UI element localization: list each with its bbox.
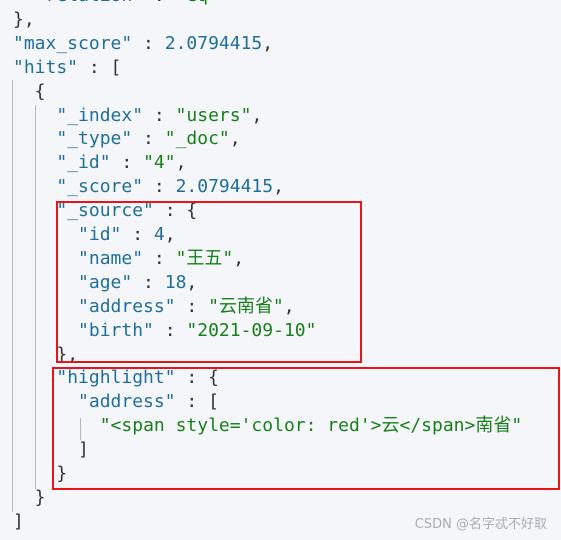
json-punctuation: } (34, 486, 46, 508)
json-key: "_score" (56, 176, 144, 198)
json-line: "_id" : "4", (56, 151, 186, 175)
indent-guide (12, 80, 13, 512)
json-string: "4" (143, 152, 176, 174)
json-line: } (35, 486, 46, 510)
json-punctuation: { (34, 80, 46, 102)
json-key: "_type" (56, 128, 133, 150)
json-key: "relation" (35, 0, 143, 6)
json-key: "_index" (56, 104, 144, 126)
json-punctuation: : (132, 128, 165, 150)
json-line: "hits" : [ (13, 56, 121, 80)
json-punctuation: : (143, 176, 176, 198)
json-punctuation: , (262, 32, 274, 54)
json-line: "relation" : "eq" (35, 0, 219, 8)
highlight-field-box (52, 367, 560, 490)
json-line: "_index" : "users", (56, 104, 262, 128)
json-punctuation: }, (13, 8, 35, 30)
json-punctuation: , (251, 104, 263, 126)
json-line: ] (13, 510, 24, 534)
json-key: "_id" (56, 152, 111, 174)
json-punctuation: : (110, 152, 144, 174)
json-punctuation: , (273, 176, 284, 198)
json-line: }, (13, 8, 35, 32)
json-number: 2.0794415 (175, 176, 274, 198)
indent-guide (35, 105, 36, 489)
json-string: "_doc" (164, 128, 230, 150)
json-string: "users" (175, 104, 252, 126)
json-string: "eq" (176, 0, 219, 6)
json-line: "_score" : 2.0794415, (56, 175, 284, 199)
watermark: CSDN @名字忒不好取 (414, 517, 547, 532)
json-line: { (35, 80, 46, 104)
json-punctuation: : [ (78, 56, 122, 78)
json-punctuation: : (143, 104, 176, 126)
json-punctuation: : (143, 0, 176, 6)
json-punctuation: ] (13, 510, 24, 532)
source-highlight-box (56, 201, 362, 363)
json-punctuation: : (132, 32, 165, 54)
json-key: "hits" (13, 56, 79, 78)
json-key: "max_score" (13, 32, 133, 54)
json-line: "max_score" : 2.0794415, (13, 32, 273, 56)
json-punctuation: , (175, 152, 187, 174)
json-line: "_type" : "_doc", (56, 127, 240, 151)
json-punctuation: , (229, 128, 241, 150)
json-number: 2.0794415 (164, 32, 263, 54)
